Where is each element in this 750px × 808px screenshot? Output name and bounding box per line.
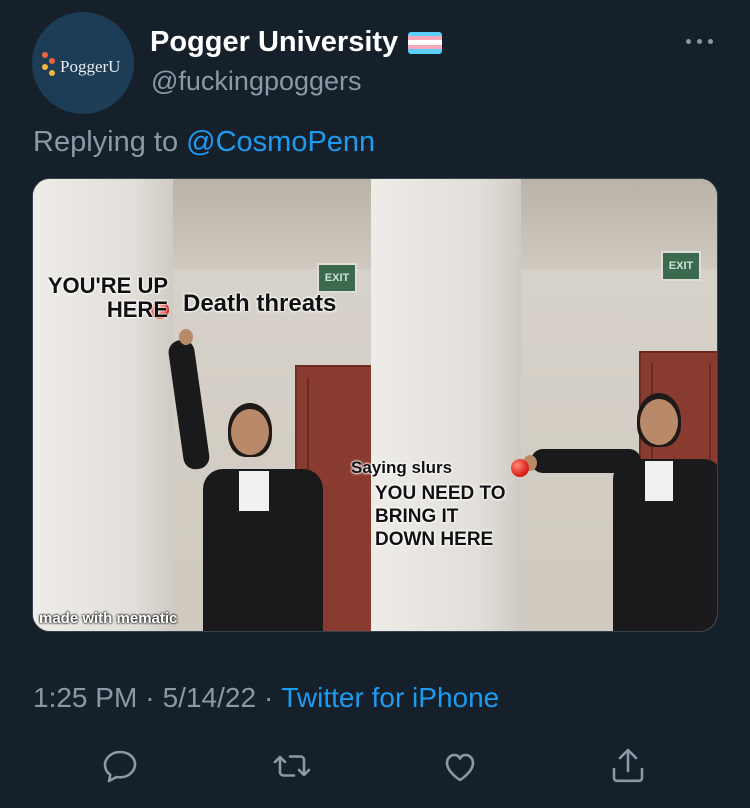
retweet-icon[interactable] — [270, 744, 314, 788]
replying-prefix: Replying to — [33, 126, 179, 158]
replying-to: Replying to @CosmoPenn — [33, 126, 375, 159]
display-name[interactable]: Pogger University — [150, 26, 443, 59]
exit-sign: EXIT — [661, 251, 701, 281]
meme-text-saying-slurs: Saying slurs — [351, 458, 453, 477]
tweet-date[interactable]: 5/14/22 — [163, 682, 256, 714]
meme-text-bring-it-down: YOU NEED TO BRING IT DOWN HERE — [375, 483, 506, 551]
bring-line-1: YOU NEED TO — [375, 483, 506, 504]
user-handle[interactable]: @fuckingpoggers — [151, 66, 362, 97]
meme-text-death-threats: Death threats — [183, 290, 337, 317]
tweet-source-link[interactable]: Twitter for iPhone — [281, 682, 499, 714]
tweet-metadata: 1:25 PM · 5/14/22 · Twitter for iPhone — [33, 682, 499, 714]
like-icon[interactable] — [438, 744, 482, 788]
tweet-media-image[interactable]: EXIT YOU'RE UP HERE Death threats made w… — [32, 178, 718, 632]
exit-sign: EXIT — [317, 263, 357, 293]
separator-dot: · — [145, 682, 155, 713]
display-name-text[interactable]: Pogger University — [150, 26, 398, 59]
mematic-watermark: made with mematic — [39, 610, 178, 627]
reply-icon[interactable] — [98, 744, 142, 788]
replying-to-handle-link[interactable]: @CosmoPenn — [186, 126, 375, 158]
avatar-text: PoggerU — [60, 57, 121, 76]
more-dots-icon[interactable] — [680, 30, 720, 54]
separator-dot: · — [264, 682, 274, 713]
tweet: PoggerU Pogger University @fuckingpogger… — [0, 0, 750, 808]
red-dot-marker — [511, 459, 529, 477]
youre-up-line: YOU'RE UP — [47, 273, 168, 298]
action-bar — [0, 744, 750, 794]
meme-panel-left: EXIT YOU'RE UP HERE Death threats made w… — [33, 179, 371, 631]
trans-flag-icon — [408, 31, 443, 54]
share-icon[interactable] — [606, 744, 650, 788]
avatar[interactable]: PoggerU — [32, 12, 134, 114]
here-line: HERE — [106, 297, 168, 323]
tweet-time[interactable]: 1:25 PM — [33, 682, 137, 714]
bring-line-3: DOWN HERE — [375, 528, 494, 550]
avatar-logo-dots — [42, 52, 55, 82]
meme-panel-right: EXIT — [371, 179, 717, 631]
bring-line-2: BRING IT — [375, 505, 459, 527]
meme-text-youre-up-here: YOU'RE UP HERE — [33, 273, 168, 323]
